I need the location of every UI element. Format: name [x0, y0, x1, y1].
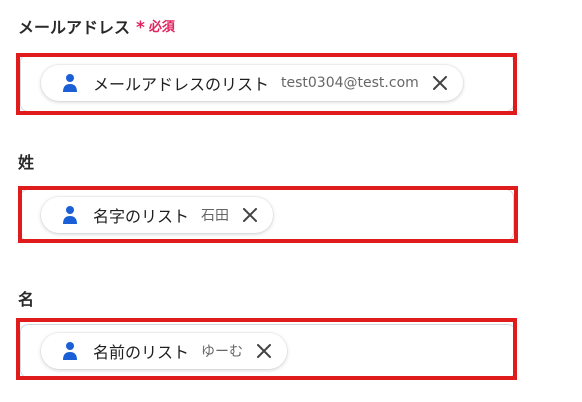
close-icon[interactable] [429, 72, 451, 94]
person-icon [61, 341, 79, 361]
email-label-text: メールアドレス [18, 18, 131, 37]
email-input[interactable]: メールアドレスのリスト test0304@test.com [20, 54, 514, 112]
field-label-last-name: 姓 [18, 153, 34, 173]
chip-label: 名字のリスト [93, 207, 190, 226]
chip-value: ゆーむ [201, 344, 244, 360]
chip-label: メールアドレスのリスト [93, 75, 270, 94]
required-asterisk: * [136, 18, 145, 38]
first-name-label-text: 名 [18, 290, 35, 309]
first-name-input[interactable]: 名前のリスト ゆーむ [20, 324, 516, 378]
close-icon[interactable] [253, 340, 275, 362]
close-icon[interactable] [239, 204, 261, 226]
email-variable-chip[interactable]: メールアドレスのリスト test0304@test.com [41, 65, 463, 101]
chip-label: 名前のリスト [93, 343, 190, 362]
field-label-first-name: 名 [18, 290, 34, 310]
field-label-email: メールアドレス * 必須 [18, 18, 175, 38]
required-badge: 必須 [148, 20, 175, 35]
last-name-label-text: 姓 [18, 153, 35, 172]
last-name-variable-chip[interactable]: 名字のリスト 石田 [41, 197, 274, 233]
chip-value: test0304@test.com [281, 75, 419, 91]
person-icon [61, 73, 79, 93]
person-icon [61, 205, 79, 225]
first-name-variable-chip[interactable]: 名前のリスト ゆーむ [41, 333, 288, 369]
last-name-input[interactable]: 名字のリスト 石田 [20, 189, 514, 241]
chip-value: 石田 [201, 208, 230, 224]
